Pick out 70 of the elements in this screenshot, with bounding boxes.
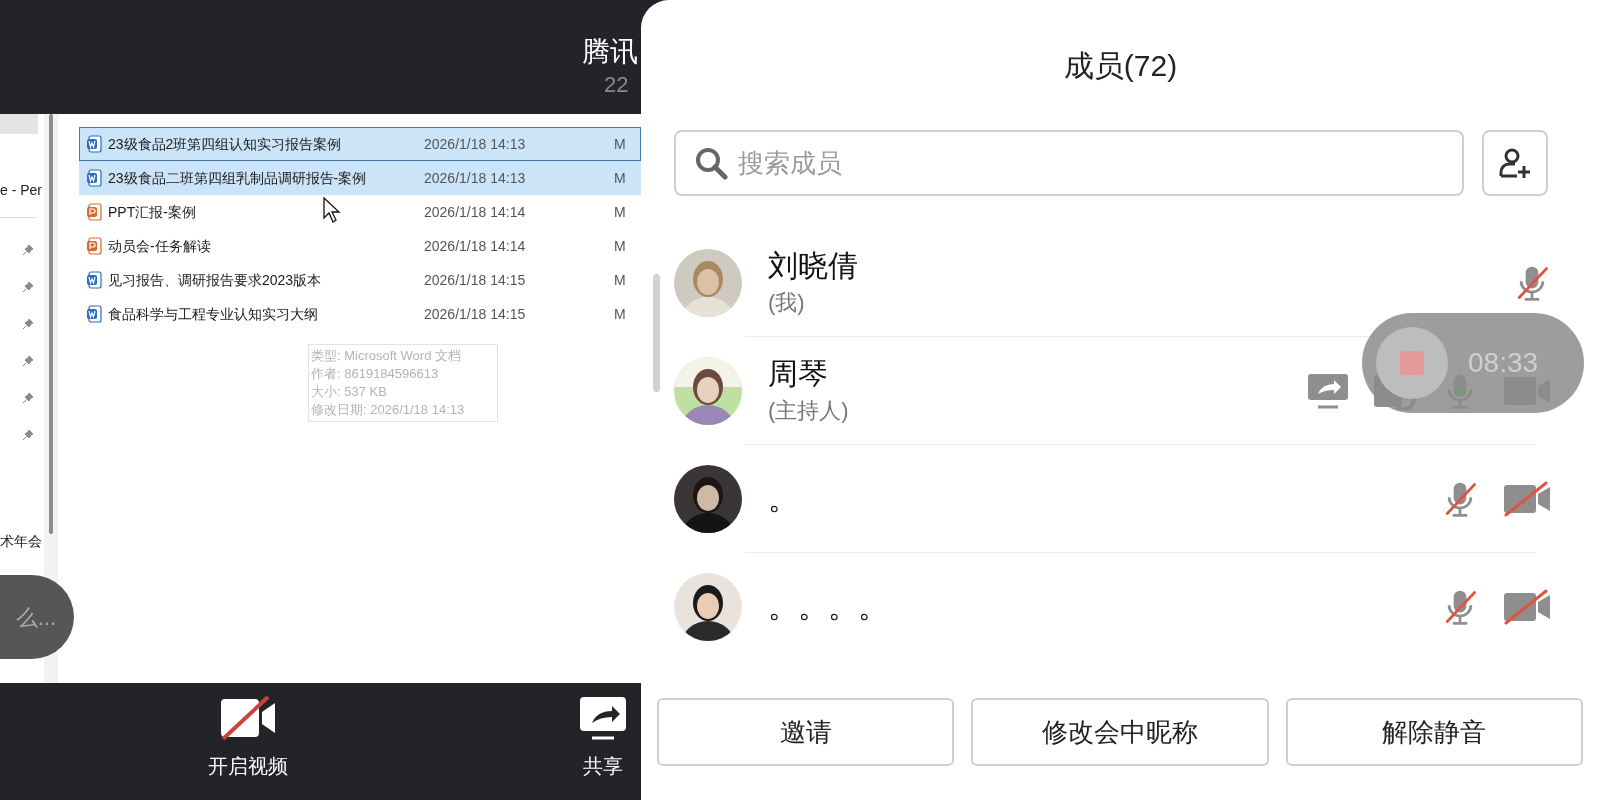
file-row[interactable]: 23级食品2班第四组认知实习报告案例 2026/1/18 14:13 M	[79, 127, 641, 161]
file-name: 动员会-任务解读	[108, 237, 211, 254]
file-date: 2026/1/18 14:14	[424, 202, 527, 222]
nav-label: e - Per	[0, 181, 43, 200]
presentation-icon	[86, 203, 102, 221]
file-date: 2026/1/18 14:13	[424, 134, 527, 154]
table-cell-text: M	[614, 270, 626, 290]
file-date: 2026/1/18 14:14	[424, 236, 527, 256]
member-role: (主持人)	[768, 397, 850, 425]
word-document-icon	[86, 271, 102, 289]
file-name: 见习报告、调研报告要求2023版本	[108, 271, 322, 288]
mouse-cursor-icon	[322, 196, 342, 224]
tooltip-text: 类型: Microsoft Word 文档	[311, 347, 462, 365]
pin-icon[interactable]	[22, 429, 34, 441]
member-name: 。。。。	[768, 589, 889, 625]
table-cell-text: M	[614, 236, 626, 256]
tooltip-text: 修改日期: 2026/1/18 14:13	[311, 401, 466, 419]
chat-input-hint: 么...	[15, 603, 56, 632]
video-camera-off-icon[interactable]	[1502, 589, 1552, 625]
stop-icon	[1400, 351, 1424, 375]
file-date: 2026/1/18 14:15	[424, 270, 527, 290]
pin-icon[interactable]	[22, 355, 34, 367]
scrollbar-thumb[interactable]	[653, 274, 660, 392]
table-cell-text: M	[614, 134, 626, 154]
meeting-subtitle: 22	[603, 71, 630, 99]
presentation-icon	[86, 237, 102, 255]
word-document-icon	[86, 135, 102, 153]
search-field[interactable]: 搜索成员	[674, 130, 1464, 196]
word-document-icon	[86, 169, 102, 187]
member-role: (我)	[768, 289, 806, 317]
screen-share-icon	[578, 695, 628, 741]
file-name: 食品科学与工程专业认知实习大纲	[108, 305, 318, 322]
share-button[interactable]: 共享	[578, 695, 628, 781]
nav-header	[0, 114, 38, 134]
file-date: 2026/1/18 14:13	[424, 168, 527, 188]
table-cell-text: M	[614, 168, 626, 188]
pin-icon[interactable]	[22, 281, 34, 293]
footer-button[interactable]: 修改会中昵称	[971, 698, 1269, 766]
scrollbar-thumb[interactable]	[49, 114, 53, 534]
pin-icon[interactable]	[22, 318, 34, 330]
meeting-title: 腾讯	[582, 35, 639, 69]
table-cell-text: M	[614, 304, 626, 324]
add-member-button[interactable]	[1482, 130, 1548, 196]
add-user-icon	[1498, 146, 1532, 180]
member-row[interactable]: 。。。。	[641, 553, 1600, 661]
file-name: PPT汇报-案例	[108, 203, 196, 220]
file-name: 23级食品二班第四组乳制品调研报告-案例	[108, 169, 367, 186]
member-row[interactable]: 。	[641, 445, 1600, 553]
video-camera-off-icon	[219, 695, 277, 741]
stop-recording-button[interactable]	[1376, 327, 1448, 399]
file-row[interactable]: 23级食品二班第四组乳制品调研报告-案例 2026/1/18 14:13 M	[79, 161, 641, 195]
nav-label: 术年会	[0, 532, 43, 551]
search-icon	[694, 146, 728, 180]
word-document-icon	[86, 305, 102, 323]
file-name: 23级食品2班第四组认知实习报告案例	[108, 135, 342, 152]
tooltip-text: 作者: 8619184596613	[311, 365, 440, 383]
video-camera-off-icon[interactable]	[1502, 481, 1552, 517]
tooltip-text: 大小: 537 KB	[311, 383, 388, 401]
member-name: 刘晓倩	[768, 248, 859, 284]
pin-icon[interactable]	[22, 244, 34, 256]
screen-share-icon[interactable]	[1306, 372, 1350, 410]
file-date: 2026/1/18 14:15	[424, 304, 527, 324]
video-button[interactable]: 开启视频	[208, 695, 288, 781]
member-name: 周琴	[768, 356, 829, 392]
table-cell-text: M	[614, 202, 626, 222]
footer-button[interactable]: 邀请	[657, 698, 955, 766]
panel-title: 成员(72)	[1063, 47, 1178, 84]
footer-button[interactable]: 解除静音	[1285, 698, 1583, 766]
member-name: 。	[768, 481, 799, 517]
pin-icon[interactable]	[22, 392, 34, 404]
